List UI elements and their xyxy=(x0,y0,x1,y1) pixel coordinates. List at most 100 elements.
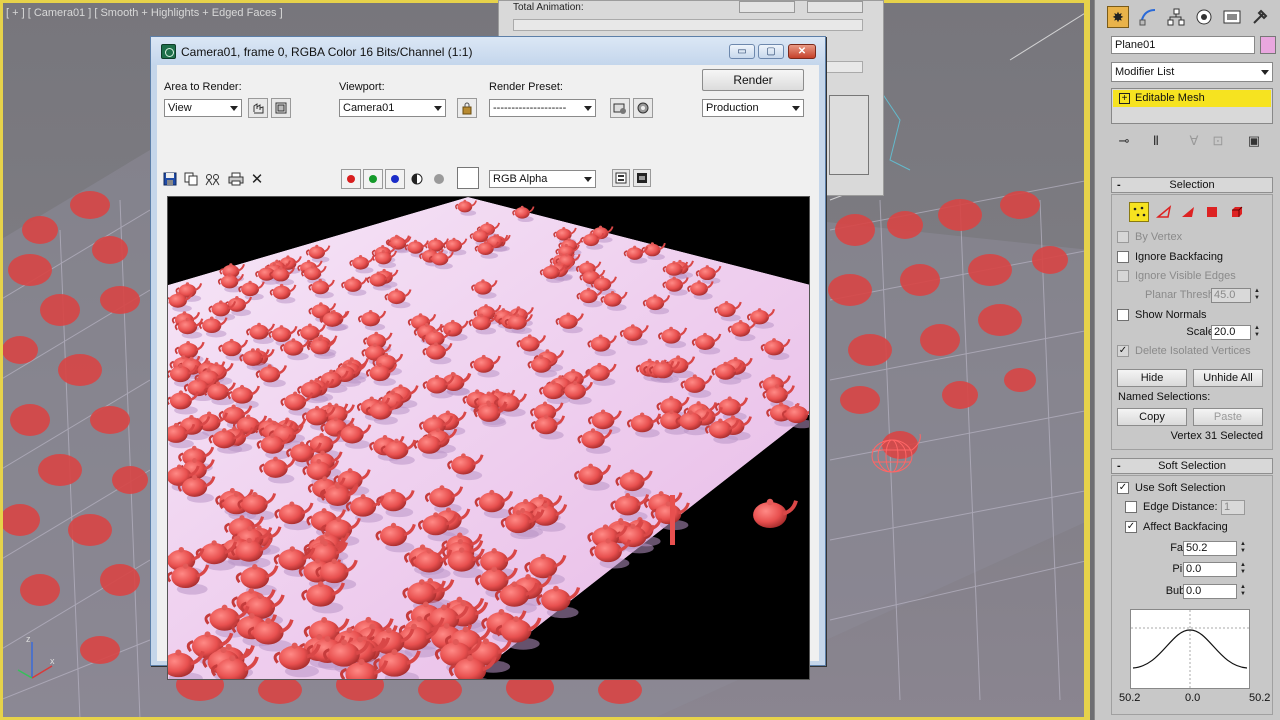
falloff-field[interactable]: 50.2 xyxy=(1183,541,1237,556)
display-channel-select[interactable]: RGB Alpha xyxy=(489,170,596,188)
render-preset-select[interactable]: -------------------- xyxy=(489,99,596,117)
spinner-arrows-icon[interactable]: ▲ ▼ xyxy=(1239,584,1247,599)
production-value: Production xyxy=(706,102,759,114)
remove-modifier-icon[interactable]: ⊡ xyxy=(1209,132,1227,150)
modifier-list-dropdown[interactable]: Modifier List xyxy=(1111,62,1273,82)
face-mode-icon[interactable] xyxy=(1178,202,1198,222)
edge-distance-field[interactable]: 1 xyxy=(1221,500,1245,515)
spinner-arrows-icon[interactable]: ▲ ▼ xyxy=(1253,288,1261,303)
viewport-value: Camera01 xyxy=(343,102,395,114)
clone-frame-window-icon[interactable] xyxy=(205,171,221,187)
anim-field-1[interactable] xyxy=(739,1,795,13)
anim-field-2[interactable] xyxy=(807,1,863,13)
spinner-arrows-icon[interactable]: ▲ ▼ xyxy=(1253,325,1261,340)
area-to-render-select[interactable]: View xyxy=(164,99,242,117)
blue-channel-toggle[interactable] xyxy=(385,169,405,189)
viewport-select[interactable]: Camera01 xyxy=(339,99,446,117)
modify-tab-icon[interactable] xyxy=(1137,6,1159,28)
render-setup-icon[interactable] xyxy=(610,98,630,118)
by-vertex-checkbox[interactable] xyxy=(1117,231,1129,243)
stack-item-editable-mesh[interactable]: + Editable Mesh xyxy=(1113,90,1271,107)
expand-icon[interactable]: + xyxy=(1119,93,1130,104)
copy-image-icon[interactable] xyxy=(183,171,199,187)
scale-spinner[interactable]: Scale: 20.0 ▲ ▼ xyxy=(1117,325,1261,340)
planar-thresh-field[interactable]: 45.0 xyxy=(1211,288,1251,303)
render-button[interactable]: Render xyxy=(702,69,804,91)
print-image-icon[interactable] xyxy=(228,171,244,187)
paste-button[interactable]: Paste xyxy=(1193,408,1263,426)
edit-region-icon[interactable] xyxy=(248,98,268,118)
hierarchy-tab-icon[interactable] xyxy=(1165,6,1187,28)
minimize-button[interactable]: ▭ xyxy=(729,44,755,59)
selected-vertex-marker xyxy=(670,495,675,545)
delete-isolated-checkbox[interactable]: ✓ xyxy=(1117,345,1129,357)
show-end-result-icon[interactable]: Ⅱ xyxy=(1147,132,1165,150)
motion-tab-icon[interactable] xyxy=(1193,6,1215,28)
planar-thresh-spinner[interactable]: Planar Thresh: 45.0 ▲ ▼ xyxy=(1117,288,1261,303)
toggle-ui-overlay-icon[interactable] xyxy=(612,169,630,187)
vertex-mode-icon[interactable] xyxy=(1129,202,1149,222)
modifier-stack: + Editable Mesh xyxy=(1111,88,1273,124)
window-title: Camera01, frame 0, RGBA Color 16 Bits/Ch… xyxy=(181,45,473,59)
selection-rollout-header[interactable]: - Selection xyxy=(1111,177,1273,193)
utilities-tab-icon[interactable] xyxy=(1249,6,1271,28)
hide-button[interactable]: Hide xyxy=(1117,369,1187,387)
element-mode-icon[interactable] xyxy=(1226,202,1246,222)
copy-button[interactable]: Copy xyxy=(1117,408,1187,426)
chevron-down-icon xyxy=(1261,70,1269,75)
falloff-spinner[interactable]: Falloff: 50.2 ▲▼ xyxy=(1117,541,1247,556)
app-icon xyxy=(161,44,176,59)
lock-icon[interactable] xyxy=(457,98,477,118)
affect-backfacing-label: Affect Backfacing xyxy=(1143,521,1228,533)
edge-distance-label: Edge Distance: xyxy=(1143,501,1218,513)
environment-effects-icon[interactable] xyxy=(633,98,653,118)
polygon-mode-icon[interactable] xyxy=(1202,202,1222,222)
display-tab-icon[interactable] xyxy=(1221,6,1243,28)
modifier-list-label: Modifier List xyxy=(1115,66,1175,78)
close-button[interactable]: ✕ xyxy=(788,44,816,59)
object-color-swatch[interactable] xyxy=(1260,36,1276,54)
rendered-image[interactable] xyxy=(167,196,810,680)
toggle-ui-icon[interactable] xyxy=(633,169,651,187)
total-animation-label: Total Animation: xyxy=(513,2,584,13)
rendered-frame-window[interactable]: Camera01, frame 0, RGBA Color 16 Bits/Ch… xyxy=(150,36,826,680)
named-selections-label: Named Selections: xyxy=(1118,391,1211,403)
make-unique-icon[interactable]: ∀ xyxy=(1185,132,1203,150)
chevron-down-icon xyxy=(230,106,238,111)
ignore-backfacing-checkbox[interactable] xyxy=(1117,251,1129,263)
show-normals-checkbox[interactable] xyxy=(1117,309,1129,321)
swatch-color-box[interactable] xyxy=(457,167,479,189)
save-image-icon[interactable] xyxy=(162,171,178,187)
falloff-curve-graph xyxy=(1130,609,1250,689)
chevron-down-icon xyxy=(792,106,800,111)
green-channel-toggle[interactable] xyxy=(363,169,383,189)
pin-stack-icon[interactable]: ⊸ xyxy=(1115,132,1133,150)
soft-selection-rollout-header[interactable]: - Soft Selection xyxy=(1111,458,1273,474)
by-vertex-label: By Vertex xyxy=(1135,231,1183,243)
pinch-field[interactable]: 0.0 xyxy=(1183,562,1237,577)
pinch-spinner[interactable]: Pinch: 0.0 ▲▼ xyxy=(1117,562,1247,577)
scale-field[interactable]: 20.0 xyxy=(1211,325,1251,340)
configure-modifier-sets-icon[interactable]: ▣ xyxy=(1245,132,1263,150)
alpha-channel-icon[interactable] xyxy=(409,171,425,187)
clear-image-icon[interactable]: ✕ xyxy=(249,171,265,188)
edge-distance-checkbox[interactable] xyxy=(1125,501,1137,513)
ignore-visible-edges-checkbox[interactable] xyxy=(1117,270,1129,282)
edge-mode-icon[interactable] xyxy=(1154,202,1174,222)
object-name-field[interactable]: Plane01 xyxy=(1111,36,1255,54)
create-tab-icon[interactable]: ✸ xyxy=(1107,6,1129,28)
use-soft-selection-checkbox[interactable]: ✓ xyxy=(1117,482,1129,494)
affect-backfacing-checkbox[interactable]: ✓ xyxy=(1125,521,1137,533)
unhide-all-button[interactable]: Unhide All xyxy=(1193,369,1263,387)
window-titlebar[interactable]: Camera01, frame 0, RGBA Color 16 Bits/Ch… xyxy=(151,37,825,65)
auto-region-icon[interactable] xyxy=(271,98,291,118)
spinner-arrows-icon[interactable]: ▲ ▼ xyxy=(1239,562,1247,577)
monochrome-icon[interactable] xyxy=(431,171,447,187)
bubble-field[interactable]: 0.0 xyxy=(1183,584,1237,599)
bubble-spinner[interactable]: Bubble: 0.0 ▲▼ xyxy=(1117,584,1247,599)
red-channel-toggle[interactable] xyxy=(341,169,361,189)
production-select[interactable]: Production xyxy=(702,99,804,117)
maximize-button[interactable]: ▢ xyxy=(758,44,784,59)
spinner-arrows-icon[interactable]: ▲ ▼ xyxy=(1239,541,1247,556)
anim-slider-bar[interactable] xyxy=(513,19,863,31)
